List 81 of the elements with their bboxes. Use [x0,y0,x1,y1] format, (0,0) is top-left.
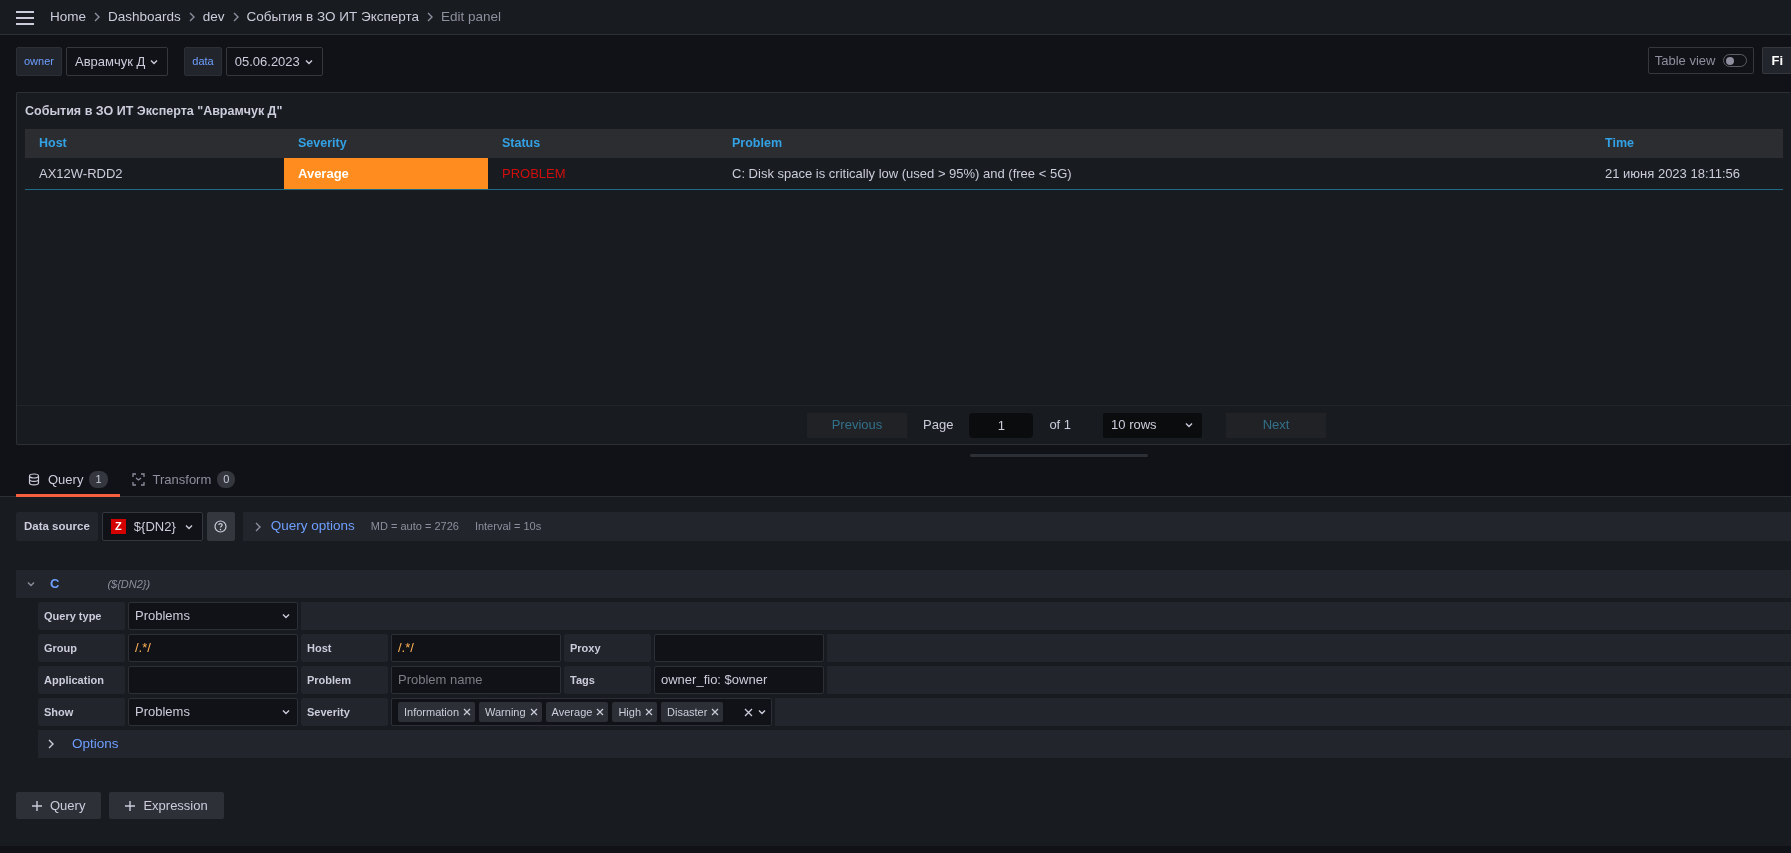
variable-dropdown[interactable]: Аврамчук Д [65,47,169,76]
help-button[interactable] [206,512,235,541]
select-field[interactable]: Problems [128,698,298,726]
tag-chip[interactable]: Information [398,701,476,723]
tag-chip[interactable]: High [612,701,657,723]
page-label: Page [923,416,954,435]
table-cell-text: AX12W-RDD2 [38,164,124,183]
table-cell-text: C: Disk space is critically low (used > 95%) and (free < 5G) [731,164,1073,183]
close-icon [645,708,653,716]
variable-label: data [184,47,222,76]
column-header[interactable]: Time [1591,129,1783,158]
database-icon [28,473,40,486]
input-field[interactable] [128,666,298,694]
panel-button[interactable]: Fi [1762,47,1791,74]
menu-icon [16,9,34,25]
field-label: Data source [16,512,98,541]
field-label: Tags [564,666,651,694]
multi-select-field[interactable]: Information Warning Average High Disaster [391,698,772,726]
select-field[interactable]: Problems [128,602,298,630]
caret-icon [1184,420,1195,430]
column-header[interactable]: Status [488,129,718,158]
variable-label: owner [16,47,62,76]
editor-tab[interactable]: Transform 0 [119,465,248,497]
data-source-dropdown[interactable]: Z ${DN2} [101,512,203,541]
caret-icon [281,707,291,717]
breadcrumb-link[interactable]: dev [202,6,225,28]
chevron-icon [92,12,102,22]
field-label: Application [38,666,125,694]
close-icon [529,708,538,716]
query-options-link[interactable]: Query options [252,516,355,537]
variable-dropdown[interactable]: 05.06.2023 [225,47,323,76]
field-label: Group [38,634,125,662]
input-field[interactable]: owner_fio: $owner [654,666,824,694]
column-header[interactable]: Host [25,129,284,158]
input-field[interactable]: /.*/ [391,634,561,662]
frame-icon [131,473,145,486]
status-cell-text: PROBLEM [501,164,567,183]
field-label: Query type [38,602,125,630]
field-label: Severity [301,698,388,726]
field-label: Proxy [564,634,651,662]
query-source: (${DN2}) [107,576,151,592]
plus-icon [125,800,136,811]
toggle-label: Table view [1654,51,1716,70]
options-link[interactable]: Options [46,733,119,755]
breadcrumb-link[interactable]: События в ЗО ИТ Эксперта [246,6,420,28]
close-icon [711,708,720,716]
query-name: C [50,575,60,594]
table-cell-text: 21 июня 2023 18:11:56 [1604,164,1742,183]
close-icon [463,708,472,716]
breadcrumb-link[interactable]: Home [50,6,86,28]
column-header[interactable]: Severity [284,129,488,158]
severity-cell: Average [284,158,488,189]
count-badge: 1 [89,471,108,488]
source-logo: Z [110,519,126,534]
tag-chip[interactable]: Disaster [661,701,724,723]
field-label: Problem [301,666,388,694]
help-icon [214,520,228,533]
clear-icon [744,707,753,717]
caret-icon [281,611,291,621]
tag-chip[interactable]: Average [545,701,609,723]
tag-chip[interactable]: Warning [479,701,542,723]
add-button[interactable]: Query [16,792,102,819]
menu-button[interactable] [16,9,34,25]
plus-icon [32,800,42,811]
rows-dropdown[interactable]: 10 rows [1103,412,1203,438]
close-icon [596,708,605,716]
field-label: Host [301,634,388,662]
page-field[interactable]: 1 [969,412,1034,438]
add-button[interactable]: Expression [109,792,224,819]
query-info: Interval = 10s [474,519,542,535]
breadcrumb-link[interactable]: Dashboards [108,6,181,28]
input-field[interactable]: Problem name [391,666,561,694]
panel-title: События в ЗО ИТ Эксперта "Аврамчук Д" [24,102,284,120]
page-count: of 1 [1049,416,1072,435]
field-label: Show [38,698,125,726]
query-info: MD = auto = 2726 [370,519,459,535]
input-field[interactable] [654,634,824,662]
input-field[interactable]: /.*/ [128,634,298,662]
caret-icon [757,707,767,717]
count-badge: 0 [217,471,236,488]
column-header[interactable]: Problem [718,129,1591,158]
